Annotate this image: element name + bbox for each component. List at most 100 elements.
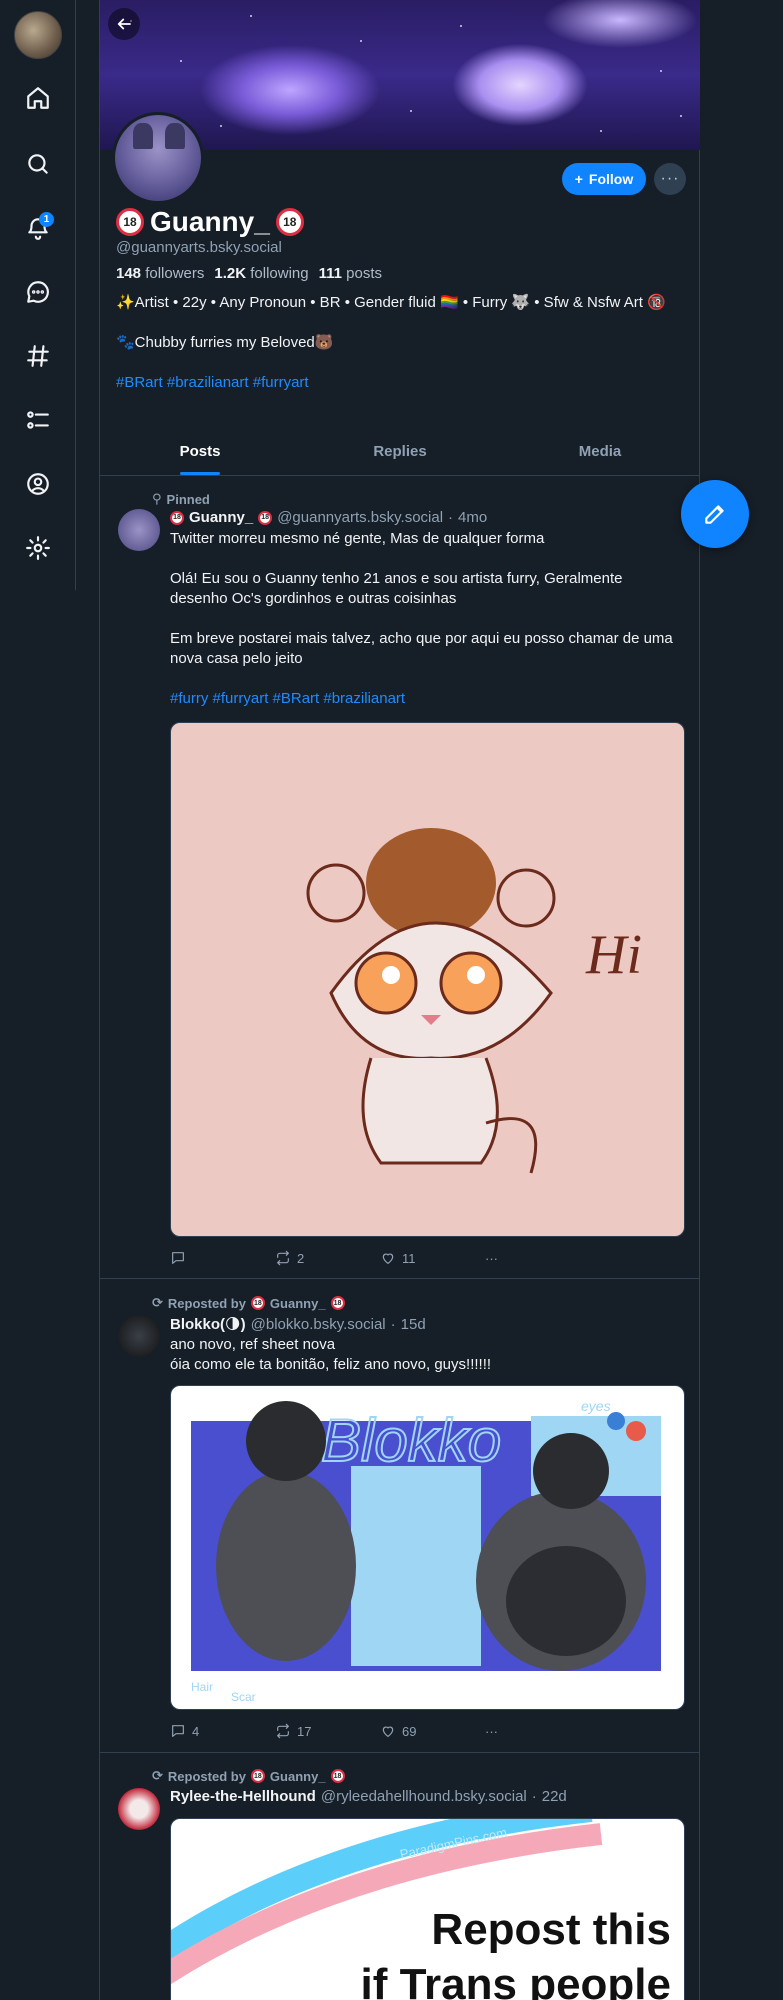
back-button[interactable] <box>108 8 140 40</box>
reply-button[interactable] <box>170 1250 275 1266</box>
chibi-character-drawing: Hi <box>306 828 642 1174</box>
post-image[interactable]: Blokko eyes Hair Scar <box>170 1385 685 1710</box>
post-timestamp[interactable]: 4mo <box>458 509 487 526</box>
search-icon[interactable] <box>20 146 56 182</box>
post-author-name[interactable]: Guanny_ <box>189 509 253 526</box>
reply-icon <box>172 1725 184 1737</box>
plus-icon: + <box>574 171 583 187</box>
post-meta: Blokko(🌗) @blokko.bsky.social · 15d <box>170 1315 426 1334</box>
graphic-headline-1: Repost this <box>431 1905 671 1954</box>
lists-icon[interactable] <box>20 402 56 438</box>
post-text: ano novo, ref sheet nova óia como ele ta… <box>170 1336 492 1373</box>
ref-sheet-title: Blokko <box>321 1407 501 1474</box>
heart-icon <box>382 1726 394 1737</box>
post-timestamp[interactable]: 15d <box>401 1316 426 1333</box>
post-image[interactable]: ParadigmPins.com Repost this if Trans pe… <box>170 1818 685 2000</box>
more-dots-icon: ··· <box>485 1250 498 1266</box>
repost-context: ⟳ Reposted by 18 Guanny_ 18 <box>152 1295 345 1311</box>
pinned-context: ⚲ Pinned <box>152 491 210 507</box>
post-more-button[interactable]: ··· <box>485 1250 590 1266</box>
adult-content-18-icon: 18 <box>275 208 304 236</box>
like-button[interactable]: 69 <box>380 1723 485 1739</box>
adult-content-18-icon: 18 <box>258 510 273 525</box>
feeds-hash-icon[interactable] <box>20 338 56 374</box>
post-author-handle[interactable]: @blokko.bsky.social <box>251 1316 386 1333</box>
like-button[interactable]: 11 <box>380 1250 485 1266</box>
heart-icon <box>382 1253 394 1264</box>
profile-avatar[interactable] <box>112 112 204 204</box>
left-nav: 1 <box>0 0 76 590</box>
repost-button[interactable]: 17 <box>275 1723 380 1739</box>
post-author-avatar[interactable] <box>118 509 160 551</box>
post-meta: Rylee-the-Hellhound @ryleedahellhound.bs… <box>170 1788 567 1805</box>
post-image[interactable]: Hi <box>170 722 685 1237</box>
profile-column: + Follow ··· 18 Guanny_ 18 @guannyarts.b… <box>99 0 700 2000</box>
adult-content-18-icon: 18 <box>170 510 184 525</box>
post-author-name[interactable]: Blokko(🌗) <box>170 1315 246 1333</box>
adult-content-18-icon: 18 <box>330 1296 345 1310</box>
reply-icon <box>172 1252 184 1264</box>
feed-post[interactable]: ⚲ Pinned 18 Guanny_ 18 @guannyarts.bsky.… <box>100 477 700 1279</box>
profile-icon[interactable] <box>20 466 56 502</box>
profile-more-button[interactable]: ··· <box>654 163 686 195</box>
posts-count: 111 posts <box>318 265 383 282</box>
feed-post[interactable]: ⟳ Reposted by 18 Guanny_ 18 Rylee-the-He… <box>100 1753 700 2000</box>
reply-button[interactable]: 4 <box>170 1723 275 1739</box>
compose-post-button[interactable] <box>681 480 749 548</box>
adult-content-18-icon: 18 <box>250 1296 265 1310</box>
ref-label-hair: Hair <box>191 1680 213 1694</box>
post-actions: 2 11 ··· <box>170 1250 590 1266</box>
post-more-button[interactable]: ··· <box>485 1723 590 1739</box>
profile-stats: 148 followers 1.2K following 111 posts <box>116 265 382 282</box>
current-user-avatar[interactable] <box>14 11 62 59</box>
more-dots-icon: ··· <box>660 170 680 187</box>
repost-icon: ⟳ <box>152 1768 163 1783</box>
post-author-avatar[interactable] <box>118 1315 160 1357</box>
bio-hashtags[interactable]: #BRart #brazilianart #furryart <box>116 373 686 393</box>
more-dots-icon: ··· <box>485 1723 498 1739</box>
post-timestamp[interactable]: 22d <box>542 1788 567 1805</box>
notification-count-badge: 1 <box>39 212 54 227</box>
graphic-headline-2: if Trans people <box>360 1960 671 2000</box>
ref-label-eyes: eyes <box>581 1398 611 1414</box>
follow-button[interactable]: + Follow <box>562 163 646 195</box>
post-actions: 4 17 69 ··· <box>170 1723 590 1739</box>
profile-tabs: Posts Replies Media <box>100 432 700 476</box>
adult-content-18-icon: 18 <box>116 208 144 236</box>
repost-icon: ⟳ <box>152 1295 163 1310</box>
display-name-text: Guanny_ <box>150 206 270 237</box>
trans-flag-graphic: ParadigmPins.com Repost this if Trans pe… <box>171 1819 671 2000</box>
adult-content-18-icon: 18 <box>250 1769 265 1783</box>
compose-pencil-icon <box>705 505 724 524</box>
post-hashtags[interactable]: #furry #furryart #BRart #brazilianart <box>170 689 680 709</box>
repost-icon <box>277 1250 289 1266</box>
following-link[interactable]: 1.2K following <box>214 265 308 282</box>
feed-post[interactable]: ⟳ Reposted by 18 Guanny_ 18 Blokko(🌗) @b… <box>100 1279 700 1753</box>
tab-media[interactable]: Media <box>500 432 700 475</box>
post-author-handle[interactable]: @ryleedahellhound.bsky.social <box>321 1788 527 1805</box>
profile-display-name: 18 Guanny_ 18 <box>116 206 304 238</box>
arrow-left-icon <box>117 18 131 30</box>
pin-icon: ⚲ <box>152 491 162 506</box>
follow-label: Follow <box>588 171 634 187</box>
reference-sheet-drawing: Blokko eyes Hair Scar <box>191 1398 661 1704</box>
home-icon[interactable] <box>20 80 56 116</box>
repost-button[interactable]: 2 <box>275 1250 380 1266</box>
repost-context: ⟳ Reposted by 18 Guanny_ 18 <box>152 1768 345 1784</box>
repost-icon <box>277 1723 289 1739</box>
notifications-bell-icon[interactable]: 1 <box>20 210 56 246</box>
chat-icon[interactable] <box>20 274 56 310</box>
followers-link[interactable]: 148 followers <box>116 265 204 282</box>
post-text: Twitter morreu mesmo né gente, Mas de qu… <box>170 529 680 729</box>
post-author-name[interactable]: Rylee-the-Hellhound <box>170 1788 316 1805</box>
tab-posts[interactable]: Posts <box>100 432 300 475</box>
post-meta: 18 Guanny_ 18 @guannyarts.bsky.social · 4… <box>170 509 487 526</box>
profile-bio: ✨Artist • 22y • Any Pronoun • BR • Gende… <box>116 293 686 413</box>
post-author-avatar[interactable] <box>118 1788 160 1830</box>
profile-handle: @guannyarts.bsky.social <box>116 239 282 256</box>
post-author-handle[interactable]: @guannyarts.bsky.social <box>277 509 443 526</box>
tab-replies[interactable]: Replies <box>300 432 500 475</box>
bio-line: ✨Artist • 22y • Any Pronoun • BR • Gende… <box>116 294 666 311</box>
settings-gear-icon[interactable] <box>20 530 56 566</box>
ref-label-scar: Scar <box>231 1690 256 1704</box>
